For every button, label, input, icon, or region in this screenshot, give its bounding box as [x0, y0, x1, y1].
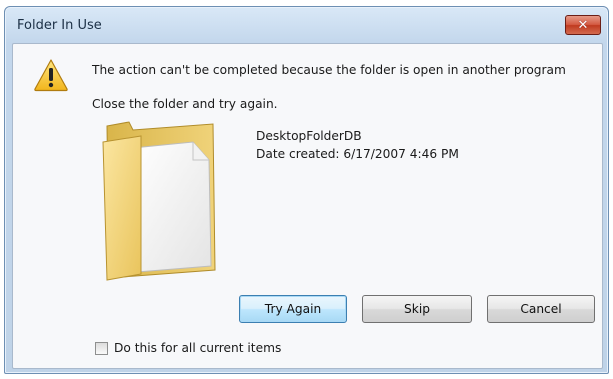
close-button[interactable]: ✕ — [565, 15, 601, 35]
message-heading: The action can't be completed because th… — [92, 63, 566, 77]
dialog-content: The action can't be completed because th… — [12, 43, 603, 369]
apply-to-all-checkbox[interactable] — [95, 341, 108, 355]
dialog-window: Folder In Use ✕ The action can't be comp… — [4, 6, 609, 374]
file-info: DesktopFolderDB Date created: 6/17/2007 … — [256, 127, 459, 163]
try-again-label: Try Again — [264, 302, 322, 316]
message-subheading: Close the folder and try again. — [92, 97, 278, 111]
file-name: DesktopFolderDB — [256, 129, 362, 143]
file-date-created: Date created: 6/17/2007 4:46 PM — [256, 147, 459, 161]
folder-icon — [102, 121, 216, 281]
try-again-button[interactable]: Try Again — [239, 295, 347, 323]
cancel-label: Cancel — [520, 302, 562, 316]
title-bar[interactable]: Folder In Use ✕ — [5, 7, 608, 43]
skip-label: Skip — [404, 302, 430, 316]
close-icon: ✕ — [577, 17, 589, 33]
skip-button[interactable]: Skip — [362, 295, 472, 323]
apply-to-all-option[interactable]: Do this for all current items — [95, 341, 281, 355]
apply-to-all-label: Do this for all current items — [114, 341, 282, 355]
window-title: Folder In Use — [17, 18, 102, 33]
warning-icon — [34, 59, 68, 92]
cancel-button[interactable]: Cancel — [487, 295, 595, 323]
